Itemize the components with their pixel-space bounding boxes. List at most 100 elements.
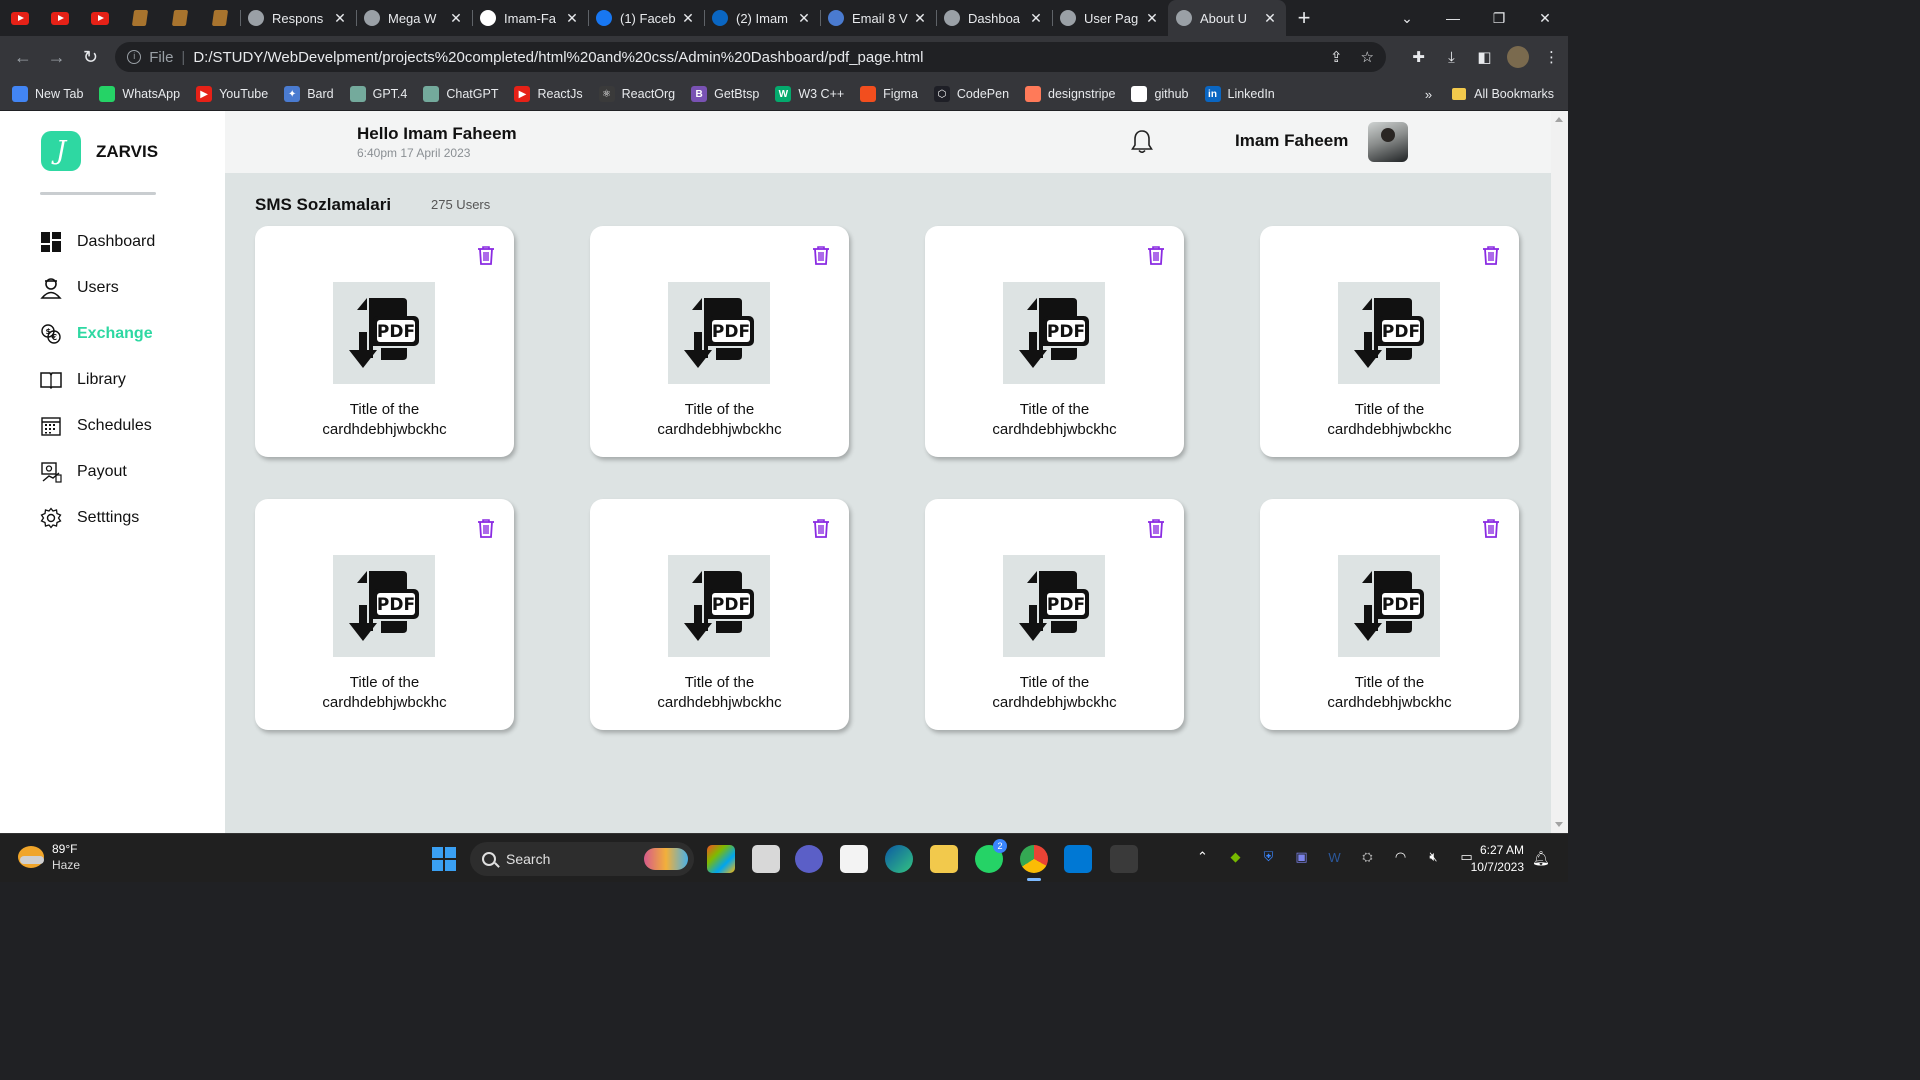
pdf-card[interactable]: PDF Title of the cardhdebhjwbckhc xyxy=(925,226,1184,457)
trash-icon[interactable] xyxy=(477,518,495,538)
scroll-up-arrow[interactable] xyxy=(1555,117,1563,122)
sidebar-item-payout[interactable]: Payout xyxy=(40,449,155,495)
microsoft-store-icon[interactable] xyxy=(840,845,868,873)
browser-tab[interactable]: Imam-Fa ✕ xyxy=(472,0,588,36)
speaker-muted-icon[interactable]: 🔇︎ xyxy=(1417,849,1450,865)
wifi-icon[interactable]: ◠ xyxy=(1384,849,1417,865)
bookmark-linkedin[interactable]: in LinkedIn xyxy=(1204,86,1275,102)
extensions-icon[interactable]: ✚ xyxy=(1402,48,1435,66)
notification-bell-icon[interactable] xyxy=(1130,129,1154,160)
teams-chat-icon[interactable] xyxy=(795,845,823,873)
new-tab-button[interactable]: + xyxy=(1286,5,1322,31)
sidebar-item-library[interactable]: Library xyxy=(40,357,155,403)
browser-tab[interactable]: (1) Faceb ✕ xyxy=(588,0,704,36)
all-bookmarks-button[interactable]: All Bookmarks xyxy=(1452,87,1554,101)
bookmark-reactorg[interactable]: ⚛ ReactOrg xyxy=(598,86,675,102)
bookmark-github[interactable]: github xyxy=(1131,86,1189,102)
forward-button[interactable]: → xyxy=(40,47,74,68)
bookmark-star-icon[interactable]: ☆ xyxy=(1361,48,1374,66)
trash-icon[interactable] xyxy=(812,245,830,265)
bookmarks-overflow-button[interactable]: » xyxy=(1425,87,1432,102)
clapper-app-icon[interactable] xyxy=(1110,845,1138,873)
sidebar-item-dashboard[interactable]: Dashboard xyxy=(40,219,155,265)
trash-icon[interactable] xyxy=(1147,518,1165,538)
sidebar-item-users[interactable]: Users xyxy=(40,265,155,311)
bookmark-getbtsp[interactable]: B GetBtsp xyxy=(691,86,759,102)
browser-tab[interactable]: Dashboa ✕ xyxy=(936,0,1052,36)
user-avatar[interactable] xyxy=(1368,122,1408,162)
browser-tab[interactable]: (2) Imam ✕ xyxy=(704,0,820,36)
bookmark-designstripe[interactable]: designstripe xyxy=(1025,86,1115,102)
trash-icon[interactable] xyxy=(812,518,830,538)
copilot-app-icon[interactable] xyxy=(707,845,735,873)
security-tray-icon[interactable]: ⛨ xyxy=(1252,849,1285,865)
pinned-tab-youtube[interactable] xyxy=(0,0,40,36)
trash-icon[interactable] xyxy=(1482,245,1500,265)
close-tab-icon[interactable]: ✕ xyxy=(680,10,696,27)
file-explorer-icon[interactable] xyxy=(930,845,958,873)
vscode-app-icon[interactable] xyxy=(1064,845,1092,873)
notification-center-icon[interactable]: 🔔︎ xyxy=(1532,850,1550,867)
bookmark-gpt-4[interactable]: GPT.4 xyxy=(349,86,407,102)
pinned-tab-blogger[interactable] xyxy=(200,0,240,36)
profile-avatar[interactable] xyxy=(1507,46,1529,68)
bookmark-new-tab[interactable]: New Tab xyxy=(12,86,83,102)
downloads-icon[interactable]: ⤓ xyxy=(1435,49,1468,66)
trash-icon[interactable] xyxy=(1482,518,1500,538)
close-tab-icon[interactable]: ✕ xyxy=(1144,10,1160,27)
pdf-download-icon[interactable]: PDF xyxy=(1338,555,1440,657)
url-text[interactable]: D:/STUDY/WebDevelpment/projects%20comple… xyxy=(193,49,1312,66)
browser-tab[interactable]: Mega W ✕ xyxy=(356,0,472,36)
taskbar-search[interactable]: Search xyxy=(470,842,694,876)
nvidia-tray-icon[interactable]: ◆ xyxy=(1219,849,1252,865)
close-tab-icon[interactable]: ✕ xyxy=(332,10,348,27)
pdf-card[interactable]: PDF Title of the cardhdebhjwbckhc xyxy=(255,499,514,730)
bookmark-figma[interactable]: Figma xyxy=(860,86,918,102)
browser-tab[interactable]: User Pag ✕ xyxy=(1052,0,1168,36)
close-tab-icon[interactable]: ✕ xyxy=(796,10,812,27)
minimize-button[interactable]: — xyxy=(1430,10,1476,26)
tab-search-button[interactable]: ⌄ xyxy=(1384,10,1430,27)
reload-button[interactable]: ↻ xyxy=(74,47,108,68)
trash-icon[interactable] xyxy=(477,245,495,265)
sidebar-item-setttings[interactable]: Setttings xyxy=(40,495,155,541)
close-tab-icon[interactable]: ✕ xyxy=(564,10,580,27)
bookmark-bard[interactable]: ✦ Bard xyxy=(284,86,334,102)
close-window-button[interactable]: ✕ xyxy=(1522,10,1568,27)
browser-tab[interactable]: About U ✕ xyxy=(1168,0,1286,36)
close-tab-icon[interactable]: ✕ xyxy=(1262,10,1278,27)
bookmark-codepen[interactable]: ⬡ CodePen xyxy=(933,86,1009,102)
back-button[interactable]: ← xyxy=(6,47,40,68)
close-tab-icon[interactable]: ✕ xyxy=(448,10,464,27)
whatsapp-app-icon[interactable]: 2 xyxy=(975,839,1007,873)
start-button[interactable] xyxy=(432,847,456,871)
sidebar-item-schedules[interactable]: Schedules xyxy=(40,403,155,449)
brand-logo[interactable]: J xyxy=(41,131,81,171)
teams-tray-icon[interactable]: ▣ xyxy=(1285,849,1318,865)
pdf-card[interactable]: PDF Title of the cardhdebhjwbckhc xyxy=(255,226,514,457)
edge-browser-icon[interactable] xyxy=(885,845,913,873)
pdf-card[interactable]: PDF Title of the cardhdebhjwbckhc xyxy=(1260,226,1519,457)
bookmark-youtube[interactable]: ▶ YouTube xyxy=(196,86,268,102)
pdf-download-icon[interactable]: PDF xyxy=(1003,555,1105,657)
close-tab-icon[interactable]: ✕ xyxy=(1028,10,1044,27)
pdf-download-icon[interactable]: PDF xyxy=(333,282,435,384)
share-icon[interactable]: ⇪ xyxy=(1330,48,1343,66)
bookmark-chatgpt[interactable]: ChatGPT xyxy=(423,86,498,102)
bookmark-reactjs[interactable]: ▶ ReactJs xyxy=(514,86,583,102)
pinned-tab-blogger[interactable] xyxy=(120,0,160,36)
side-panel-icon[interactable]: ◧ xyxy=(1468,48,1501,66)
scroll-down-arrow[interactable] xyxy=(1555,822,1563,827)
bookmark-whatsapp[interactable]: WhatsApp xyxy=(99,86,180,102)
pdf-download-icon[interactable]: PDF xyxy=(668,282,770,384)
system-clock[interactable]: 6:27 AM 10/7/2023 xyxy=(1462,842,1524,876)
bookmark-w3-c-[interactable]: W W3 C++ xyxy=(775,86,844,102)
pdf-download-icon[interactable]: PDF xyxy=(333,555,435,657)
address-bar[interactable]: i File | D:/STUDY/WebDevelpment/projects… xyxy=(115,42,1386,72)
task-view-icon[interactable] xyxy=(752,845,780,873)
browser-tab[interactable]: Email 8 V ✕ xyxy=(820,0,936,36)
pdf-card[interactable]: PDF Title of the cardhdebhjwbckhc xyxy=(590,499,849,730)
site-info-icon[interactable]: i xyxy=(127,50,142,64)
tray-overflow-icon[interactable]: ⌃ xyxy=(1186,849,1219,865)
update-tray-icon[interactable]: ⛭ xyxy=(1351,849,1384,865)
